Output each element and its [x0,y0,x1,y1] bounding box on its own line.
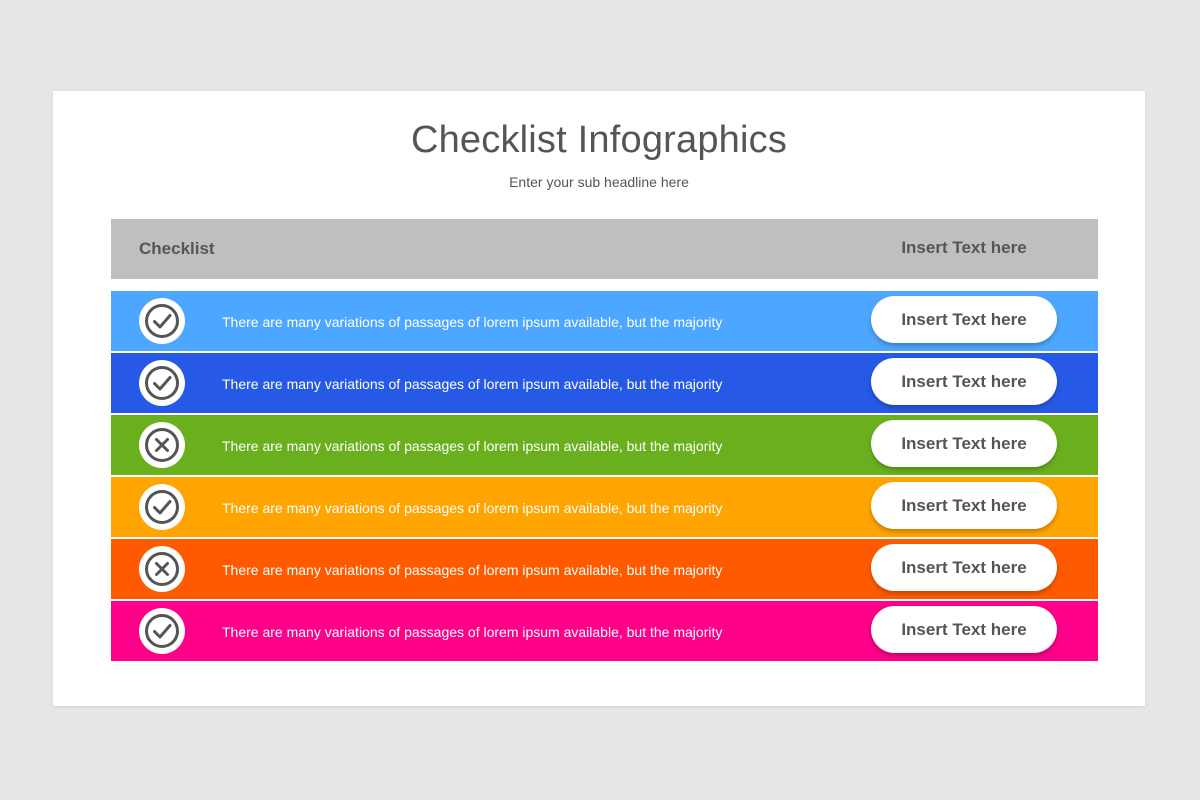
list-item: There are many variations of passages of… [111,477,1098,537]
table-header: Checklist Insert Text here [111,219,1098,279]
check-circle-icon [139,360,185,406]
row-description: There are many variations of passages of… [222,624,723,640]
list-item: There are many variations of passages of… [111,539,1098,599]
checklist-rows: There are many variations of passages of… [111,291,1098,663]
header-right-label: Insert Text here [901,238,1027,257]
insert-text-button[interactable]: Insert Text here [871,482,1057,529]
insert-text-button[interactable]: Insert Text here [871,296,1057,343]
insert-text-button[interactable]: Insert Text here [871,420,1057,467]
page-subtitle: Enter your sub headline here [509,174,689,190]
row-description: There are many variations of passages of… [222,500,723,516]
slide: Checklist Infographics Enter your sub he… [53,91,1145,706]
row-description: There are many variations of passages of… [222,314,723,330]
x-circle-icon [139,546,185,592]
row-description: There are many variations of passages of… [222,438,723,454]
page-title: Checklist Infographics [410,119,788,161]
x-circle-icon [139,422,185,468]
list-item: There are many variations of passages of… [111,601,1098,661]
header-checklist-label: Checklist [139,239,215,258]
insert-text-button[interactable]: Insert Text here [871,606,1057,653]
insert-text-button[interactable]: Insert Text here [871,544,1057,591]
row-description: There are many variations of passages of… [222,562,723,578]
list-item: There are many variations of passages of… [111,353,1098,413]
list-item: There are many variations of passages of… [111,291,1098,351]
row-description: There are many variations of passages of… [222,376,723,392]
check-circle-icon [139,608,185,654]
list-item: There are many variations of passages of… [111,415,1098,475]
insert-text-button[interactable]: Insert Text here [871,358,1057,405]
check-circle-icon [139,298,185,344]
check-circle-icon [139,484,185,530]
